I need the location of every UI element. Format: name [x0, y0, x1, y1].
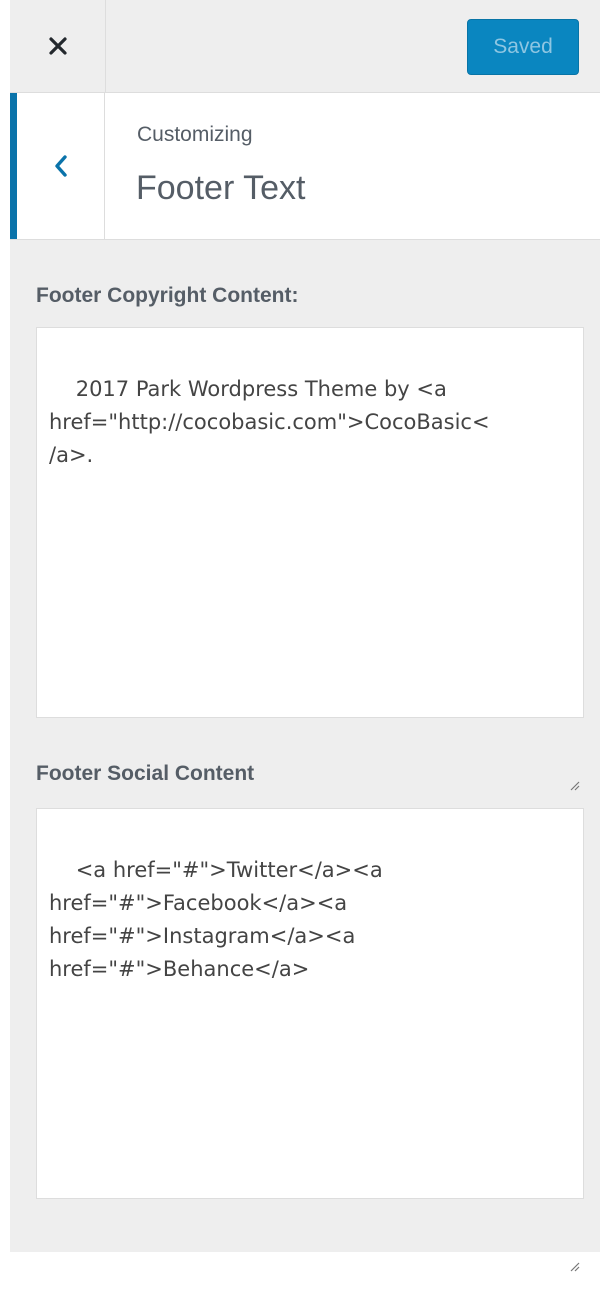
customizer-panel: Saved Customizing Footer Text Footer Cop… — [10, 0, 600, 1272]
close-button[interactable] — [10, 0, 106, 92]
footer-copyright-label: Footer Copyright Content: — [36, 284, 299, 307]
footer-social-label: Footer Social Content — [36, 762, 255, 785]
close-icon — [48, 36, 68, 56]
footer-social-value: <a href="#">Twitter</a><a href="#">Faceb… — [49, 858, 383, 981]
section-header: Customizing Footer Text — [10, 93, 600, 240]
footer-copyright-value: 2017 Park Wordpress Theme by <a href="ht… — [49, 377, 490, 467]
back-button[interactable] — [10, 93, 105, 239]
footer-copyright-textarea[interactable]: 2017 Park Wordpress Theme by <a href="ht… — [36, 327, 584, 791]
footer-social-textarea[interactable]: <a href="#">Twitter</a><a href="#">Faceb… — [36, 808, 584, 1272]
section-title: Footer Text — [136, 169, 306, 207]
chevron-left-icon — [53, 153, 69, 179]
save-button[interactable]: Saved — [467, 19, 579, 75]
resize-handle-icon[interactable] — [568, 1183, 580, 1272]
breadcrumb: Customizing — [137, 123, 253, 146]
resize-handle-icon[interactable] — [568, 702, 580, 791]
customizer-header: Saved — [10, 0, 600, 93]
